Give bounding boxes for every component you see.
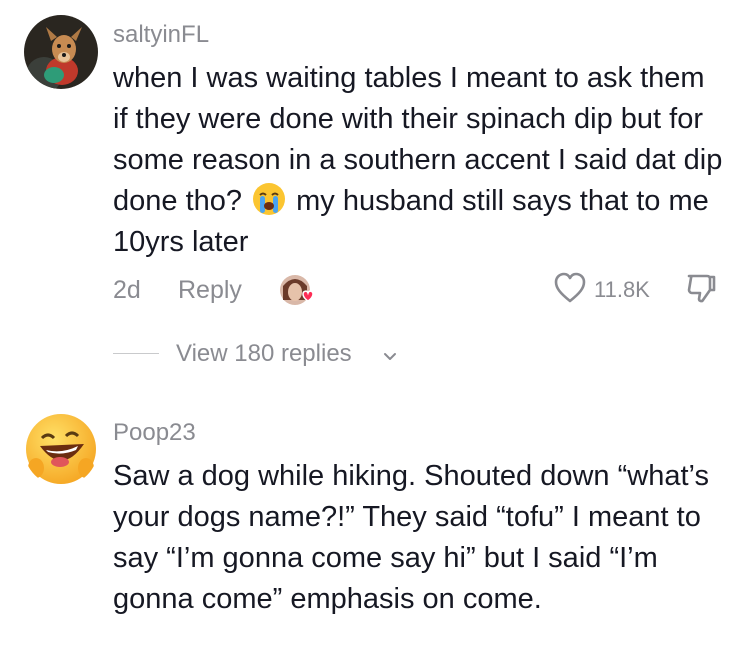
heart-icon	[554, 272, 586, 303]
avatar-poop23[interactable]	[24, 412, 98, 486]
laughing-face-icon	[26, 414, 96, 484]
divider-line	[113, 353, 159, 354]
avatar-saltyinfl[interactable]	[24, 15, 98, 89]
like-count: 11.8K	[594, 277, 650, 302]
comment-username[interactable]: Poop23	[113, 419, 196, 447]
comment-text: when I was waiting tables I meant to ask…	[113, 58, 723, 263]
like-button[interactable]	[553, 272, 587, 311]
loudly-crying-face-icon	[252, 182, 286, 216]
view-replies-button[interactable]: View 180 replies	[113, 338, 433, 370]
dislike-button[interactable]	[685, 272, 719, 313]
creator-liked-badge	[278, 272, 318, 315]
comment-username[interactable]: saltyinFL	[113, 21, 209, 49]
comment-text: Saw a dog while hiking. Shouted down “wh…	[113, 460, 709, 615]
chevron-down-icon	[381, 344, 399, 372]
view-replies-label: View 180 replies	[176, 340, 352, 367]
dog-avatar-icon	[24, 15, 98, 89]
reply-button[interactable]: Reply	[178, 276, 242, 305]
comment-meta-row: 2d Reply 11.8K	[113, 272, 723, 308]
comment-time: 2d	[113, 276, 141, 304]
thumbs-down-icon	[687, 274, 716, 303]
